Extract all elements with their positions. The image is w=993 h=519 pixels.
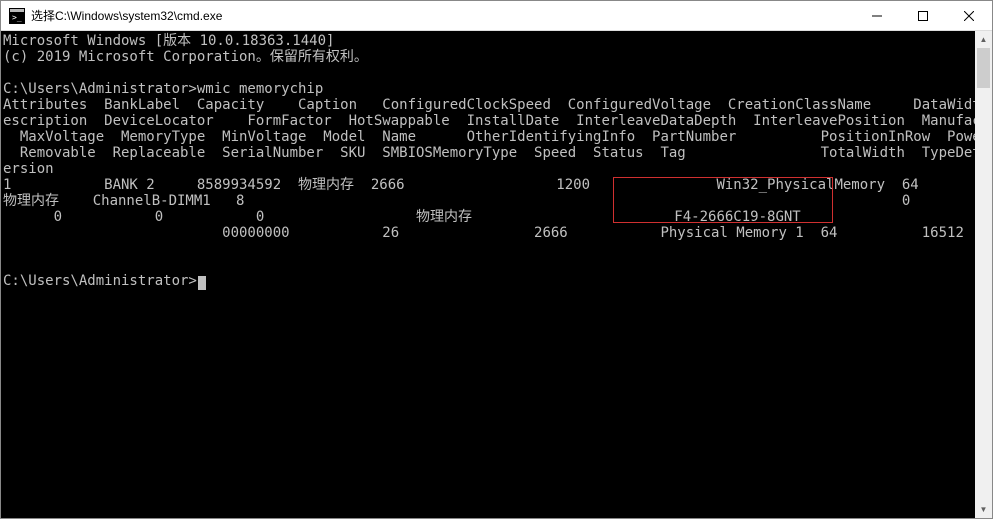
vertical-scrollbar[interactable]: ▲ ▼ <box>975 31 992 518</box>
window-titlebar: >_ 选择C:\Windows\system32\cmd.exe <box>1 1 992 31</box>
svg-text:>_: >_ <box>12 13 22 22</box>
text-cursor <box>198 276 206 290</box>
window-controls <box>854 1 992 30</box>
highlight-annotation <box>613 177 833 223</box>
scroll-track[interactable] <box>975 48 992 501</box>
scroll-up-arrow[interactable]: ▲ <box>975 31 992 48</box>
maximize-button[interactable] <box>900 1 946 30</box>
minimize-button[interactable] <box>854 1 900 30</box>
terminal-container: Microsoft Windows [版本 10.0.18363.1440] (… <box>1 31 992 518</box>
window-title: 选择C:\Windows\system32\cmd.exe <box>31 7 854 24</box>
terminal-output[interactable]: Microsoft Windows [版本 10.0.18363.1440] (… <box>1 31 975 518</box>
scroll-thumb[interactable] <box>977 48 990 88</box>
close-button[interactable] <box>946 1 992 30</box>
scroll-down-arrow[interactable]: ▼ <box>975 501 992 518</box>
cmd-icon: >_ <box>9 8 25 24</box>
